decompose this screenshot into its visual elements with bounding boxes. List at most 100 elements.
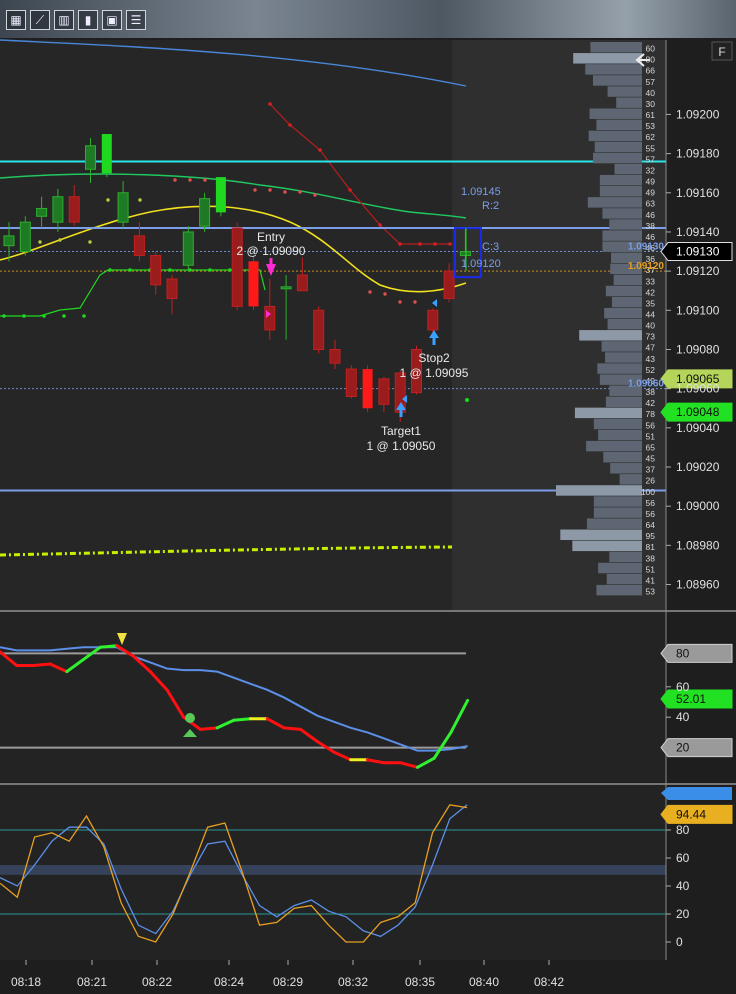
volume-label: 57 — [646, 154, 656, 164]
r-label: R:2 — [482, 200, 499, 212]
volume-label: 44 — [646, 310, 656, 320]
candle-body — [231, 227, 243, 307]
volume-label: 43 — [646, 354, 656, 364]
volume-bar — [602, 230, 642, 241]
volume-label: 53 — [646, 587, 656, 597]
volume-label: 64 — [646, 520, 656, 530]
list-icon[interactable]: ☰ — [126, 10, 146, 30]
line-price-label: 1.09130 — [628, 242, 665, 253]
signal-dot — [398, 300, 402, 304]
corner-label: F — [718, 45, 725, 59]
price-tag-label: 80 — [676, 646, 690, 660]
volume-label: 53 — [646, 121, 656, 131]
volume-bar — [616, 97, 642, 108]
volume-label: 52 — [646, 365, 656, 375]
price-tick-label: 1.09040 — [676, 421, 720, 435]
price-tag-label: 94.44 — [676, 807, 706, 821]
volume-bar — [611, 296, 642, 308]
volume-bar — [573, 53, 642, 64]
volume-bar — [560, 529, 642, 540]
candle-body — [36, 207, 48, 217]
time-tick-label: 08:42 — [534, 975, 564, 989]
target-label: Target1 — [381, 424, 421, 438]
stop-label: Stop2 — [418, 351, 450, 365]
osc-fast-segment — [232, 717, 252, 722]
price-tag-label: 1.09048 — [676, 405, 720, 419]
signal-dot — [38, 240, 42, 244]
entry-label: Entry — [257, 230, 285, 244]
line-chart-icon[interactable]: ⟋ — [30, 10, 50, 30]
candle-body — [345, 368, 357, 397]
volume-label: 30 — [646, 99, 656, 109]
box-high-label: 1.09145 — [461, 186, 501, 198]
price-tick-label: 1.09100 — [676, 303, 720, 317]
candle-body — [459, 251, 471, 256]
volume-bar — [593, 418, 642, 430]
time-tick-label: 08:22 — [142, 975, 172, 989]
price-tag-label: 1.09065 — [676, 372, 720, 386]
signal-dot — [188, 178, 192, 182]
volume-bar — [597, 363, 642, 374]
osc-tick-label: 40 — [676, 879, 690, 893]
volume-label: 35 — [646, 298, 656, 308]
volume-bar — [607, 319, 642, 330]
signal-dot — [368, 290, 372, 294]
volume-bar — [592, 75, 642, 86]
time-tick-label: 08:21 — [77, 975, 107, 989]
osc-tick-label: 60 — [676, 851, 690, 865]
line-price-label: 1.09120 — [628, 261, 665, 272]
price-tick-label: 1.08980 — [676, 538, 720, 552]
candle-body — [313, 309, 325, 350]
volume-bar — [614, 163, 642, 175]
candle-body — [215, 177, 226, 213]
grid-icon[interactable]: ▦ — [6, 10, 26, 30]
image-icon[interactable]: ▣ — [102, 10, 122, 30]
trail-dot — [22, 314, 26, 318]
target-price-label: 1 @ 1.09050 — [367, 439, 436, 453]
signal-dot — [383, 292, 387, 296]
candle-body — [296, 274, 308, 292]
volume-label: 49 — [646, 188, 656, 198]
osc-fast-segment — [282, 726, 303, 731]
volume-label: 37 — [646, 465, 656, 475]
time-tick-label: 08:35 — [405, 975, 435, 989]
osc-tick-label: 80 — [676, 823, 690, 837]
volume-label: 63 — [646, 199, 656, 209]
signal-dot — [313, 193, 317, 197]
price-tick-label: 1.09200 — [676, 107, 720, 121]
osc-fast-segment — [98, 644, 119, 649]
volume-bar — [556, 485, 642, 496]
volume-label: 49 — [646, 177, 656, 187]
volume-label: 26 — [646, 476, 656, 486]
candle-body — [248, 261, 259, 307]
price-tick-label: 1.09000 — [676, 499, 720, 513]
volume-bar — [598, 562, 642, 574]
volume-bar — [602, 208, 642, 219]
volume-bar — [599, 186, 642, 197]
time-tick-label: 08:18 — [11, 975, 41, 989]
candlestick-icon[interactable]: ▮ — [78, 10, 98, 30]
trail-dot — [288, 123, 292, 127]
volume-label: 42 — [646, 287, 656, 297]
candle-body — [443, 270, 455, 300]
signal-dot — [203, 178, 207, 182]
volume-label: 56 — [646, 509, 656, 519]
bar-chart-icon[interactable]: ▥ — [54, 10, 74, 30]
volume-bar — [596, 119, 642, 131]
volume-label: 55 — [646, 143, 656, 153]
candle-body — [52, 196, 64, 223]
price-tag-label: 52.01 — [676, 692, 706, 706]
candle-body — [166, 278, 178, 300]
c-label: C:3 — [482, 241, 499, 253]
trail-dot — [82, 314, 86, 318]
trading-chart[interactable]: 1.09200 1.09180 1.09160 1.09140 1.09120 1.091… — [0, 38, 736, 994]
candle-body — [101, 134, 112, 174]
candle-body — [378, 378, 390, 405]
volume-label: 33 — [646, 276, 656, 286]
candle-body — [150, 254, 162, 286]
signal-dot — [173, 178, 177, 182]
volume-label: 61 — [646, 110, 656, 120]
price-tick-label: 1.09020 — [676, 460, 720, 474]
volume-bar — [585, 64, 642, 75]
volume-bar — [590, 42, 642, 53]
